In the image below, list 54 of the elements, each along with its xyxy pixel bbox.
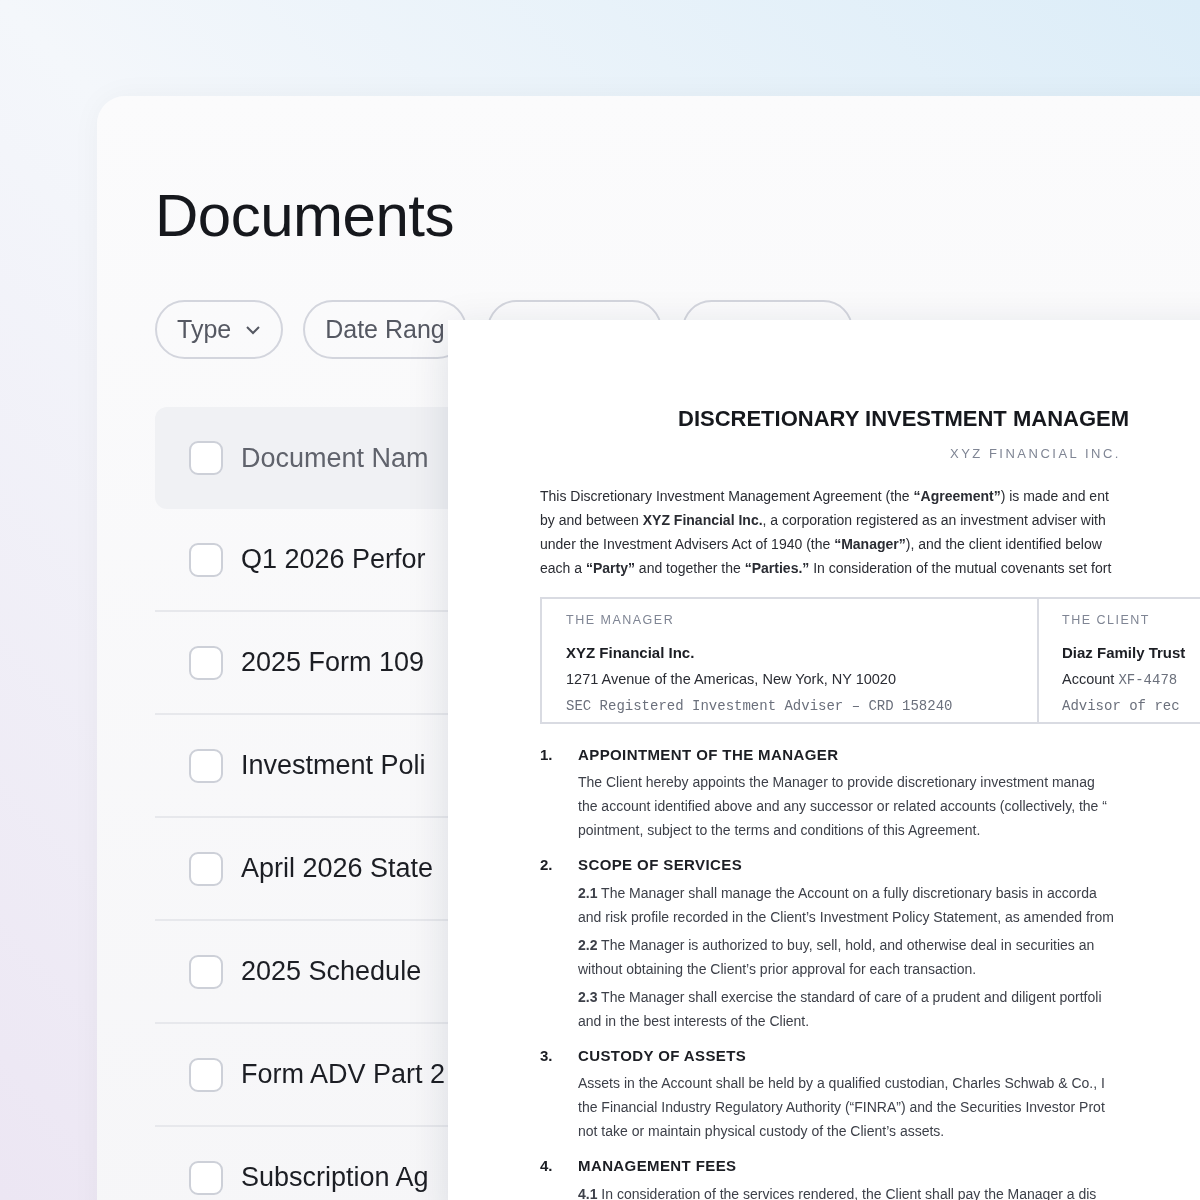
clause-text-line: 2.2 The Manager is authorized to buy, sell, hold, and otherwise deal in securities an <box>578 935 1095 955</box>
checkbox[interactable] <box>189 645 223 680</box>
party-name: XYZ Financial Inc. <box>566 643 695 664</box>
document-name: Q1 2026 Perfor <box>241 543 426 577</box>
clause-text-line: pointment, subject to the terms and conditions of this Agreement. <box>578 821 981 840</box>
clause-text-line: the account identified above and any successor or related accounts (collectively, the “ <box>578 797 1107 816</box>
agreement-text-line: by and between XYZ Financial Inc., a corporation registered as an investment adviser with <box>540 510 1106 530</box>
checkbox[interactable] <box>189 542 223 577</box>
party-address: 1271 Avenue of the Americas, New York, NY 10020 <box>566 669 896 689</box>
document-name: 2025 Form 109 <box>241 646 425 680</box>
section-heading: MANAGEMENT FEES <box>578 1156 737 1176</box>
filter-dropdown[interactable]: Type <box>155 300 284 359</box>
clause-text-line: and in the best interests of the Client. <box>578 1011 810 1031</box>
section-number: 3. <box>540 1045 554 1066</box>
party-note: Advisor of rec <box>1062 696 1180 716</box>
clause-text-line: the Financial Industry Regulatory Authority (“FINRA”) and the Securities Investor Prot <box>578 1098 1105 1117</box>
document-name: April 2026 State <box>241 852 434 886</box>
section-number: 4. <box>540 1156 554 1176</box>
agreement-text-line: each a “Party” and together the “Parties.” In consideration of the mutual covenants set fort <box>540 558 1112 578</box>
party-name: Diaz Family Trust <box>1062 643 1186 664</box>
checkbox[interactable] <box>189 954 223 989</box>
document-name: Investment Poli <box>241 749 426 783</box>
party-note: SEC Registered Investment Adviser – CRD 158240 <box>566 696 953 716</box>
checkbox[interactable] <box>189 851 223 886</box>
checkbox[interactable] <box>189 1057 223 1092</box>
clause-text-line: Assets in the Account shall be held by a qualified custodian, Charles Schwab & Co., I <box>578 1074 1105 1093</box>
account-label: Account <box>1062 669 1115 689</box>
document-name: Form ADV Part 2 <box>241 1058 446 1092</box>
page-title: Documents <box>155 181 454 251</box>
clause-text-line: 2.3 The Manager shall exercise the standard of care of a prudent and diligent portfoli <box>578 987 1102 1007</box>
checkbox[interactable] <box>189 1160 223 1195</box>
chevron-down-icon <box>245 324 262 335</box>
section-heading: CUSTODY OF ASSETS <box>578 1045 747 1066</box>
section-number: 1. <box>540 744 554 765</box>
section-number: 2. <box>540 855 554 875</box>
section-heading: APPOINTMENT OF THE MANAGER <box>578 744 839 765</box>
document-name: Subscription Ag <box>241 1161 429 1195</box>
section-heading: SCOPE OF SERVICES <box>578 855 743 875</box>
account-number: XF-4478 <box>1118 670 1178 690</box>
agreement-text-line: under the Investment Advisers Act of 1940 (the “Manager”), and the client identified below <box>540 534 1102 554</box>
document-subtitle: XYZ FINANCIAL INC. <box>950 445 1121 463</box>
column-header: Document Nam <box>241 441 429 475</box>
clause-text-line: The Client hereby appoints the Manager to provide discretionary investment manag <box>578 773 1095 792</box>
party-heading: THE CLIENT <box>1062 611 1150 629</box>
agreement-text-line: This Discretionary Investment Management Agreement (the “Agreement”) is made and ent <box>540 486 1109 506</box>
clause-text-line: not take or maintain physical custody of the Client’s assets. <box>578 1122 945 1141</box>
document-name: 2025 Schedule <box>241 955 422 989</box>
clause-text-line: without obtaining the Client’s prior approval for each transaction. <box>578 959 977 979</box>
document-title: DISCRETIONARY INVESTMENT MANAGEM <box>678 406 1130 432</box>
checkbox[interactable] <box>189 748 223 783</box>
checkbox[interactable] <box>189 441 223 475</box>
clause-text-line: and risk profile recorded in the Client’s Investment Policy Statement, as amended from <box>578 907 1114 927</box>
party-heading: THE MANAGER <box>566 611 675 629</box>
clause-text-line: 2.1 The Manager shall manage the Account on a fully discretionary basis in accorda <box>578 883 1097 903</box>
